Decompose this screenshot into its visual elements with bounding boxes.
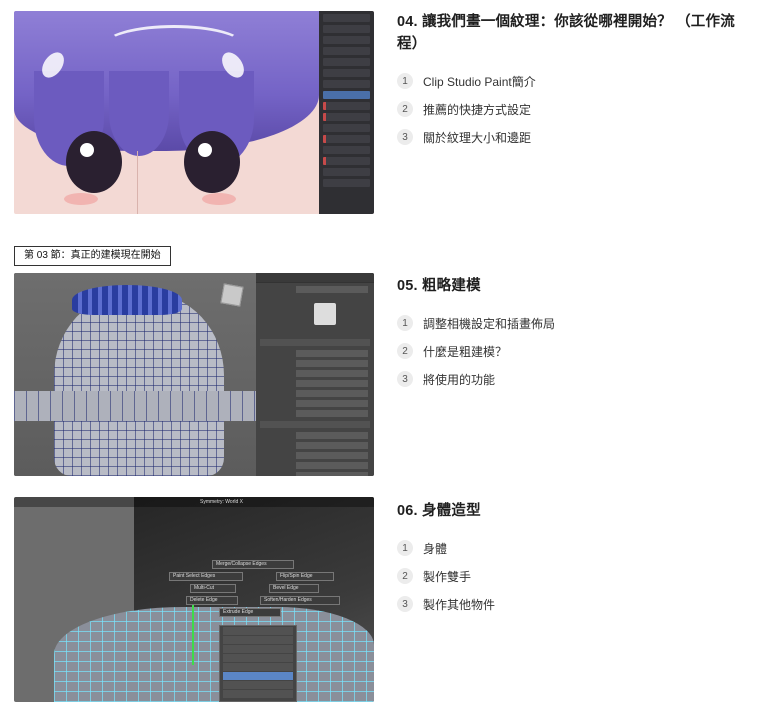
lesson-title: 06. 身體造型 <box>397 503 481 519</box>
list-item[interactable]: 1 身體 <box>397 534 747 562</box>
hair-bang <box>109 71 169 156</box>
item-number: 1 <box>397 315 413 331</box>
marking-menu-item: Soften/Harden Edges <box>260 596 340 605</box>
lesson-04-thumbnail[interactable] <box>14 11 374 214</box>
lesson-title: 05. 粗略建模 <box>397 278 481 294</box>
item-number: 3 <box>397 371 413 387</box>
item-number: 3 <box>397 129 413 145</box>
maya-viewport <box>14 273 256 476</box>
marking-menu-item: Bevel Edge <box>269 584 319 593</box>
marking-menu-item: Flip/Spin Edge <box>276 572 334 581</box>
marking-menu-item: Paint Select Edges <box>169 572 243 581</box>
view-cube-icon <box>220 283 244 307</box>
list-item[interactable]: 3 將使用的功能 <box>397 365 747 393</box>
marking-menu-item: Multi-Cut <box>190 584 236 593</box>
left-blush <box>64 193 98 205</box>
item-label: 製作雙手 <box>423 569 472 584</box>
layer-panel <box>319 11 374 214</box>
marking-menu-item: Merge/Collapse Edges <box>212 560 294 569</box>
list-item[interactable]: 2 製作雙手 <box>397 562 747 590</box>
item-label: 什麼是粗建模？ <box>423 344 508 359</box>
drag-indicator <box>192 605 194 665</box>
lesson-items: 1 調整相機設定和插畫佈局 2 什麼是粗建模？ 3 將使用的功能 <box>397 309 747 393</box>
lesson-05-thumbnail[interactable] <box>14 273 374 476</box>
wireframe-arm <box>54 607 374 702</box>
list-item[interactable]: 1 調整相機設定和插畫佈局 <box>397 309 747 337</box>
list-item[interactable]: 2 推薦的快捷方式設定 <box>397 95 747 123</box>
left-eye <box>66 131 122 193</box>
lesson-06: 06. 身體造型 1 身體 2 製作雙手 3 製作其他物件 <box>397 500 747 618</box>
item-label: 關於紋理大小和邊距 <box>423 130 532 145</box>
list-item[interactable]: 3 製作其他物件 <box>397 590 747 618</box>
guide-line <box>137 151 138 214</box>
lesson-title: 04. 讓我們畫一個紋理：你該從哪裡開始？ （工作流程） <box>397 14 735 52</box>
marking-menu-item: Extrude Edge <box>219 608 281 617</box>
attribute-editor-panel <box>256 273 374 476</box>
list-item[interactable]: 3 關於紋理大小和邊距 <box>397 123 747 151</box>
wireframe-head <box>54 293 224 476</box>
item-label: 將使用的功能 <box>423 372 496 387</box>
wireframe-crown <box>72 285 182 315</box>
symmetry-label: Symmetry: World X <box>200 499 243 505</box>
submenu <box>219 625 297 702</box>
right-eye <box>184 131 240 193</box>
camera-shape-icon <box>314 303 336 325</box>
item-label: 身體 <box>423 541 448 556</box>
lesson-06-thumbnail[interactable]: Symmetry: World X Merge/Collapse Edges P… <box>14 497 374 702</box>
item-number: 3 <box>397 596 413 612</box>
item-label: Clip Studio Paint簡介 <box>423 74 536 89</box>
item-number: 2 <box>397 101 413 117</box>
hud-stats <box>14 497 374 507</box>
lesson-items: 1 Clip Studio Paint簡介 2 推薦的快捷方式設定 3 關於紋理大小和… <box>397 67 747 151</box>
item-label: 調整相機設定和插畫佈局 <box>423 316 556 331</box>
item-number: 2 <box>397 568 413 584</box>
marking-menu-item: Delete Edge <box>186 596 238 605</box>
item-number: 1 <box>397 73 413 89</box>
list-item[interactable]: 1 Clip Studio Paint簡介 <box>397 67 747 95</box>
lesson-items: 1 身體 2 製作雙手 3 製作其他物件 <box>397 534 747 618</box>
wireframe-arm <box>14 391 256 421</box>
item-number: 2 <box>397 343 413 359</box>
item-label: 推薦的快捷方式設定 <box>423 102 532 117</box>
list-item[interactable]: 2 什麼是粗建模？ <box>397 337 747 365</box>
item-number: 1 <box>397 540 413 556</box>
right-blush <box>202 193 236 205</box>
section-badge: 第 03 節：真正的建模現在開始 <box>14 246 171 266</box>
lesson-05: 05. 粗略建模 1 調整相機設定和插畫佈局 2 什麼是粗建模？ 3 將使用的功能 <box>397 275 747 393</box>
lesson-04: 04. 讓我們畫一個紋理：你該從哪裡開始？ （工作流程） 1 Clip Studi… <box>397 11 747 151</box>
item-label: 製作其他物件 <box>423 597 496 612</box>
